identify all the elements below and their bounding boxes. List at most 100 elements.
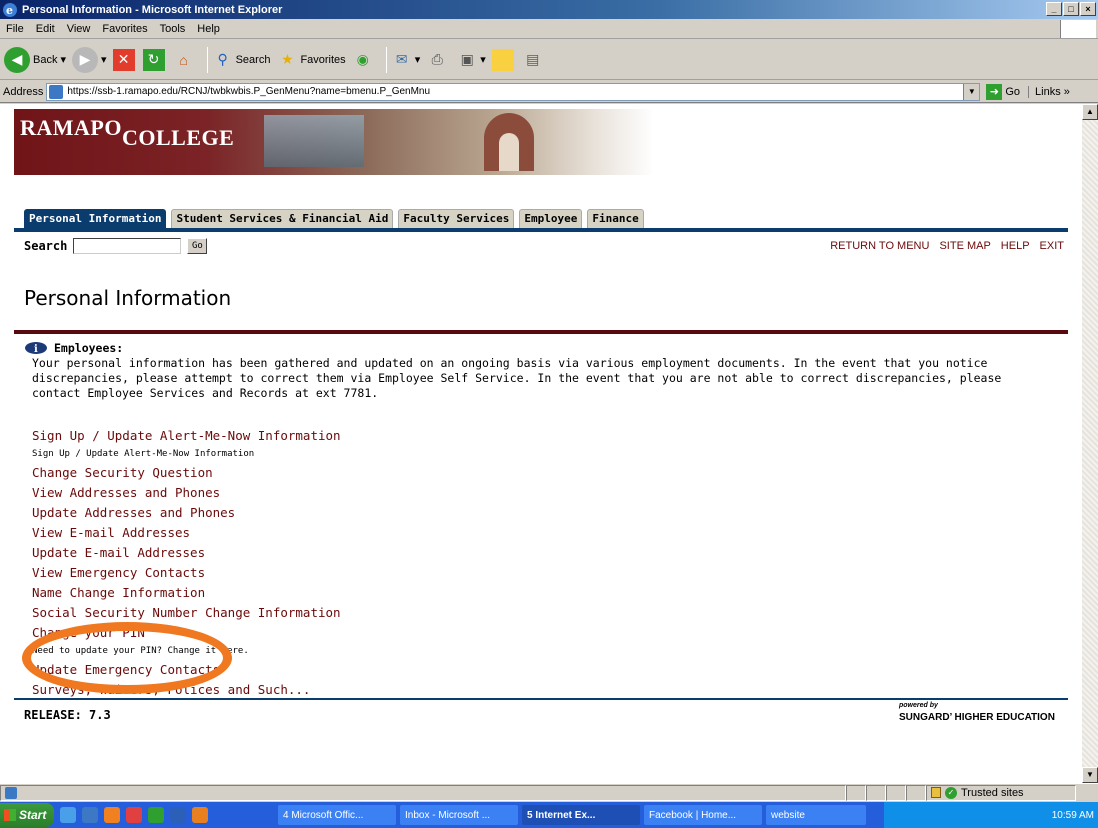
task-internet-explorer[interactable]: 5 Internet Ex... <box>522 805 640 825</box>
media-icon: ◉ <box>356 51 369 67</box>
desc-alert-me-now: Sign Up / Update Alert-Me-Now Informatio… <box>32 449 255 459</box>
menu-favorites[interactable]: Favorites <box>96 23 153 35</box>
menu-view[interactable]: View <box>61 23 97 35</box>
research-button[interactable]: ▤ <box>522 49 546 71</box>
refresh-button[interactable]: ↻ <box>142 48 167 71</box>
favorites-label: Favorites <box>300 53 346 66</box>
window-titlebar: e Personal Information - Microsoft Inter… <box>0 0 1098 19</box>
tab-employee[interactable]: Employee <box>519 209 583 229</box>
page-icon <box>49 84 64 99</box>
search-input[interactable] <box>73 238 182 254</box>
site-map-link[interactable]: SITE MAP <box>939 240 990 252</box>
page-title: Personal Information <box>24 286 232 310</box>
link-change-security-question[interactable]: Change Security Question <box>32 463 341 483</box>
printer-icon: ⎙ <box>431 51 443 67</box>
link-view-emergency-contacts[interactable]: View Emergency Contacts <box>32 563 341 583</box>
search-button[interactable]: ⚲ Search <box>212 49 271 71</box>
go-button[interactable]: ➜ Go <box>986 83 1021 100</box>
link-update-addresses-phones[interactable]: Update Addresses and Phones <box>32 503 341 523</box>
back-button[interactable]: ◀ Back ▾ <box>4 46 66 73</box>
logo-text-2: COLLEGE <box>121 125 235 150</box>
tab-personal-information[interactable]: Personal Information <box>24 209 167 229</box>
quicklaunch-firefox-icon[interactable] <box>104 807 120 823</box>
edit-button[interactable]: ▣ ▾ <box>456 49 486 71</box>
status-pane <box>846 784 866 801</box>
system-tray: 10:59 AM <box>884 802 1098 828</box>
address-input[interactable]: https://ssb-1.ramapo.edu/RCNJ/twbkwbis.P… <box>46 82 981 101</box>
quicklaunch-media-icon[interactable] <box>126 807 142 823</box>
task-inbox[interactable]: Inbox - Microsoft ... <box>400 805 518 825</box>
page-status-icon <box>5 786 17 799</box>
return-to-menu-link[interactable]: RETURN TO MENU <box>830 240 929 252</box>
main-tabs: Personal Information Student Services & … <box>24 209 649 229</box>
browser-toolbar: ◀ Back ▾ ▶ ▾ ✕ ↻ ⌂ ⚲ Search ★ Favorites ◉… <box>0 40 1098 80</box>
maximize-button[interactable]: □ <box>1063 2 1079 16</box>
svg-text:i: i <box>34 344 38 355</box>
home-button[interactable]: ⌂ <box>173 49 197 71</box>
exit-link[interactable]: EXIT <box>1040 240 1064 252</box>
links-button[interactable]: Links » <box>1028 85 1070 98</box>
link-name-change[interactable]: Name Change Information <box>32 583 341 603</box>
quicklaunch-word-icon[interactable] <box>170 807 186 823</box>
search-go-button[interactable]: Go <box>187 238 208 254</box>
quicklaunch-ie-icon[interactable] <box>82 807 98 823</box>
search-toolbar-label: Search <box>235 53 271 66</box>
link-update-email[interactable]: Update E-mail Addresses <box>32 543 341 563</box>
minimize-button[interactable]: _ <box>1046 2 1062 16</box>
forward-button[interactable]: ▶ ▾ <box>72 46 107 73</box>
title-divider <box>14 330 1068 334</box>
start-button[interactable]: Start <box>0 803 54 827</box>
address-label: Address <box>3 85 44 98</box>
quicklaunch-excel-icon[interactable] <box>148 807 164 823</box>
menubar: File Edit View Favorites Tools Help <box>0 19 1098 39</box>
info-message: i Employees: Your personal information h… <box>24 341 1054 401</box>
footer-divider <box>14 698 1068 700</box>
notes-button[interactable] <box>491 48 516 71</box>
forward-arrow-icon: ▶ <box>72 46 99 73</box>
quicklaunch-outlook-icon[interactable] <box>192 807 208 823</box>
help-link[interactable]: HELP <box>1001 240 1030 252</box>
status-bar: ✓ Trusted sites <box>0 783 1098 801</box>
task-facebook[interactable]: Facebook | Home... <box>644 805 762 825</box>
menu-edit[interactable]: Edit <box>30 23 61 35</box>
task-microsoft-office[interactable]: 4 Microsoft Offic... <box>278 805 396 825</box>
clock[interactable]: 10:59 AM <box>1052 810 1094 821</box>
back-arrow-icon: ◀ <box>4 46 30 73</box>
menu-tools[interactable]: Tools <box>154 23 192 35</box>
tab-student-services[interactable]: Student Services & Financial Aid <box>171 209 394 229</box>
mail-button[interactable]: ✉ ▾ <box>391 49 420 71</box>
menu-file[interactable]: File <box>0 23 30 35</box>
highlight-oval <box>22 622 232 694</box>
tab-finance[interactable]: Finance <box>587 209 644 229</box>
research-icon: ▤ <box>526 51 540 67</box>
link-ssn-change[interactable]: Social Security Number Change Informatio… <box>32 603 341 623</box>
favorites-button[interactable]: ★ Favorites <box>276 49 346 71</box>
link-view-addresses-phones[interactable]: View Addresses and Phones <box>32 483 341 503</box>
ie-icon: e <box>3 2 17 17</box>
stop-button[interactable]: ✕ <box>112 48 137 71</box>
scroll-down-icon[interactable]: ▼ <box>1082 767 1098 783</box>
note-icon <box>491 48 514 71</box>
address-dropdown-icon[interactable]: ▼ <box>963 83 980 100</box>
close-button[interactable]: × <box>1080 2 1096 16</box>
task-website[interactable]: website <box>766 805 866 825</box>
windows-flag-icon <box>4 809 16 821</box>
link-view-email[interactable]: View E-mail Addresses <box>32 523 341 543</box>
links-label: Links <box>1035 85 1061 98</box>
banner-arch-opening <box>499 133 519 171</box>
scroll-up-icon[interactable]: ▲ <box>1082 104 1098 120</box>
status-pane <box>906 784 926 801</box>
svg-text:e: e <box>6 4 13 17</box>
media-button[interactable]: ◉ <box>352 49 376 71</box>
quicklaunch-desktop-icon[interactable] <box>60 807 76 823</box>
start-label: Start <box>19 808 47 822</box>
print-button[interactable]: ⎙ <box>426 49 450 71</box>
star-icon: ★ <box>281 51 294 67</box>
info-icon: i <box>25 342 47 355</box>
taskbar: Start 4 Microsoft Offic... Inbox - Micro… <box>0 802 1098 828</box>
menu-help[interactable]: Help <box>191 23 226 35</box>
link-alert-me-now[interactable]: Sign Up / Update Alert-Me-Now Informatio… <box>32 426 341 446</box>
go-label: Go <box>1005 85 1021 98</box>
tab-faculty-services[interactable]: Faculty Services <box>398 209 515 229</box>
vertical-scrollbar[interactable]: ▲ ▼ <box>1082 104 1098 783</box>
